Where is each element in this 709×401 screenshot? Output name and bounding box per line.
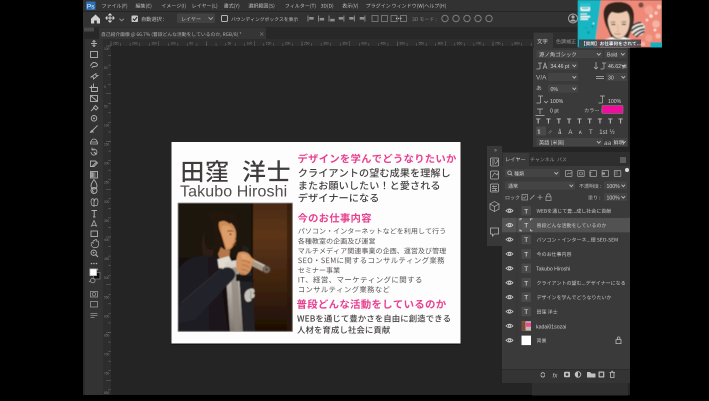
svg-text:100%: 100% [608, 99, 622, 105]
svg-text:T: T [536, 117, 541, 126]
svg-text:T: T [557, 117, 562, 126]
svg-text:T: T [524, 280, 528, 287]
svg-text:ᴀ: ᴀ [579, 130, 582, 136]
svg-text:400: 400 [361, 42, 367, 46]
svg-text:T: T [524, 266, 528, 273]
svg-text:600: 600 [438, 42, 444, 46]
svg-text:250: 250 [113, 42, 119, 46]
svg-text:100: 100 [104, 47, 110, 51]
svg-text:650: 650 [457, 42, 463, 46]
svg-text:300: 300 [323, 42, 329, 46]
svg-text:500: 500 [104, 276, 110, 280]
svg-text:200: 200 [104, 162, 110, 166]
svg-text:100: 100 [170, 42, 176, 46]
svg-text:800: 800 [514, 42, 520, 46]
svg-text:800: 800 [104, 391, 110, 395]
svg-text:100%: 100% [550, 99, 564, 105]
svg-text:T: T [524, 223, 528, 230]
svg-text:250: 250 [104, 181, 110, 185]
svg-text:V/A: V/A [536, 75, 547, 82]
svg-text:350: 350 [342, 42, 348, 46]
svg-text:Ps: Ps [87, 3, 95, 10]
svg-text:50: 50 [104, 66, 108, 70]
svg-text:100: 100 [104, 123, 110, 127]
svg-text:Bold: Bold [607, 53, 617, 59]
svg-text:50: 50 [228, 42, 232, 46]
svg-text:T: T [546, 117, 551, 126]
svg-text:100: 100 [247, 42, 253, 46]
svg-text:T: T [524, 237, 528, 244]
svg-text:0%: 0% [551, 87, 559, 93]
svg-text:T: T [588, 117, 593, 126]
svg-text:700: 700 [104, 353, 110, 357]
svg-text:Takubo Hiroshi: Takubo Hiroshi [536, 267, 570, 273]
svg-text:750: 750 [104, 372, 110, 376]
svg-text:600: 600 [104, 314, 110, 318]
svg-text:46.62 pt: 46.62 pt [608, 64, 627, 70]
svg-text:0 pt: 0 pt [550, 109, 559, 115]
svg-text:T: T [524, 309, 528, 316]
svg-text:T: T [524, 208, 528, 215]
svg-text:750: 750 [495, 42, 501, 46]
svg-text:200: 200 [132, 42, 138, 46]
svg-text:1st: 1st [599, 130, 607, 136]
svg-text:300: 300 [104, 200, 110, 204]
svg-text:150: 150 [104, 143, 110, 147]
svg-text:200: 200 [285, 42, 291, 46]
svg-text:450: 450 [104, 257, 110, 261]
svg-text:150: 150 [151, 42, 157, 46]
svg-text:350: 350 [104, 219, 110, 223]
svg-text:550: 550 [104, 295, 110, 299]
svg-text:T: T [577, 117, 582, 126]
svg-text:T: T [524, 252, 528, 259]
svg-text:Takubo Hiroshi: Takubo Hiroshi [180, 184, 287, 201]
svg-text:34.46 pt: 34.46 pt [551, 64, 570, 70]
svg-text:aa: aa [604, 140, 612, 147]
svg-text:400: 400 [104, 238, 110, 242]
svg-text:kadai01sozai: kadai01sozai [536, 324, 566, 330]
svg-text:50: 50 [104, 104, 108, 108]
svg-text:450: 450 [380, 42, 386, 46]
svg-text:250: 250 [304, 42, 310, 46]
svg-text:30: 30 [608, 76, 614, 82]
svg-text:T: T [567, 117, 572, 126]
svg-text:fi: fi [538, 130, 541, 136]
svg-text:0: 0 [104, 85, 106, 89]
svg-text:T: T [618, 117, 623, 126]
svg-text:T: T [524, 295, 528, 302]
svg-text:T: T [608, 117, 613, 126]
svg-text:100%: 100% [607, 184, 621, 190]
svg-text:♂: ♂ [548, 130, 553, 136]
svg-text:700: 700 [476, 42, 482, 46]
svg-text:650: 650 [104, 334, 110, 338]
svg-text:A: A [568, 130, 572, 136]
svg-text:½: ½ [610, 129, 615, 136]
svg-text:50: 50 [189, 42, 193, 46]
svg-text:100%: 100% [607, 196, 621, 202]
svg-text:T: T [598, 117, 603, 126]
svg-text:T: T [589, 130, 593, 136]
svg-text:550: 550 [419, 42, 425, 46]
svg-text:500: 500 [400, 42, 406, 46]
svg-text:150: 150 [266, 42, 272, 46]
